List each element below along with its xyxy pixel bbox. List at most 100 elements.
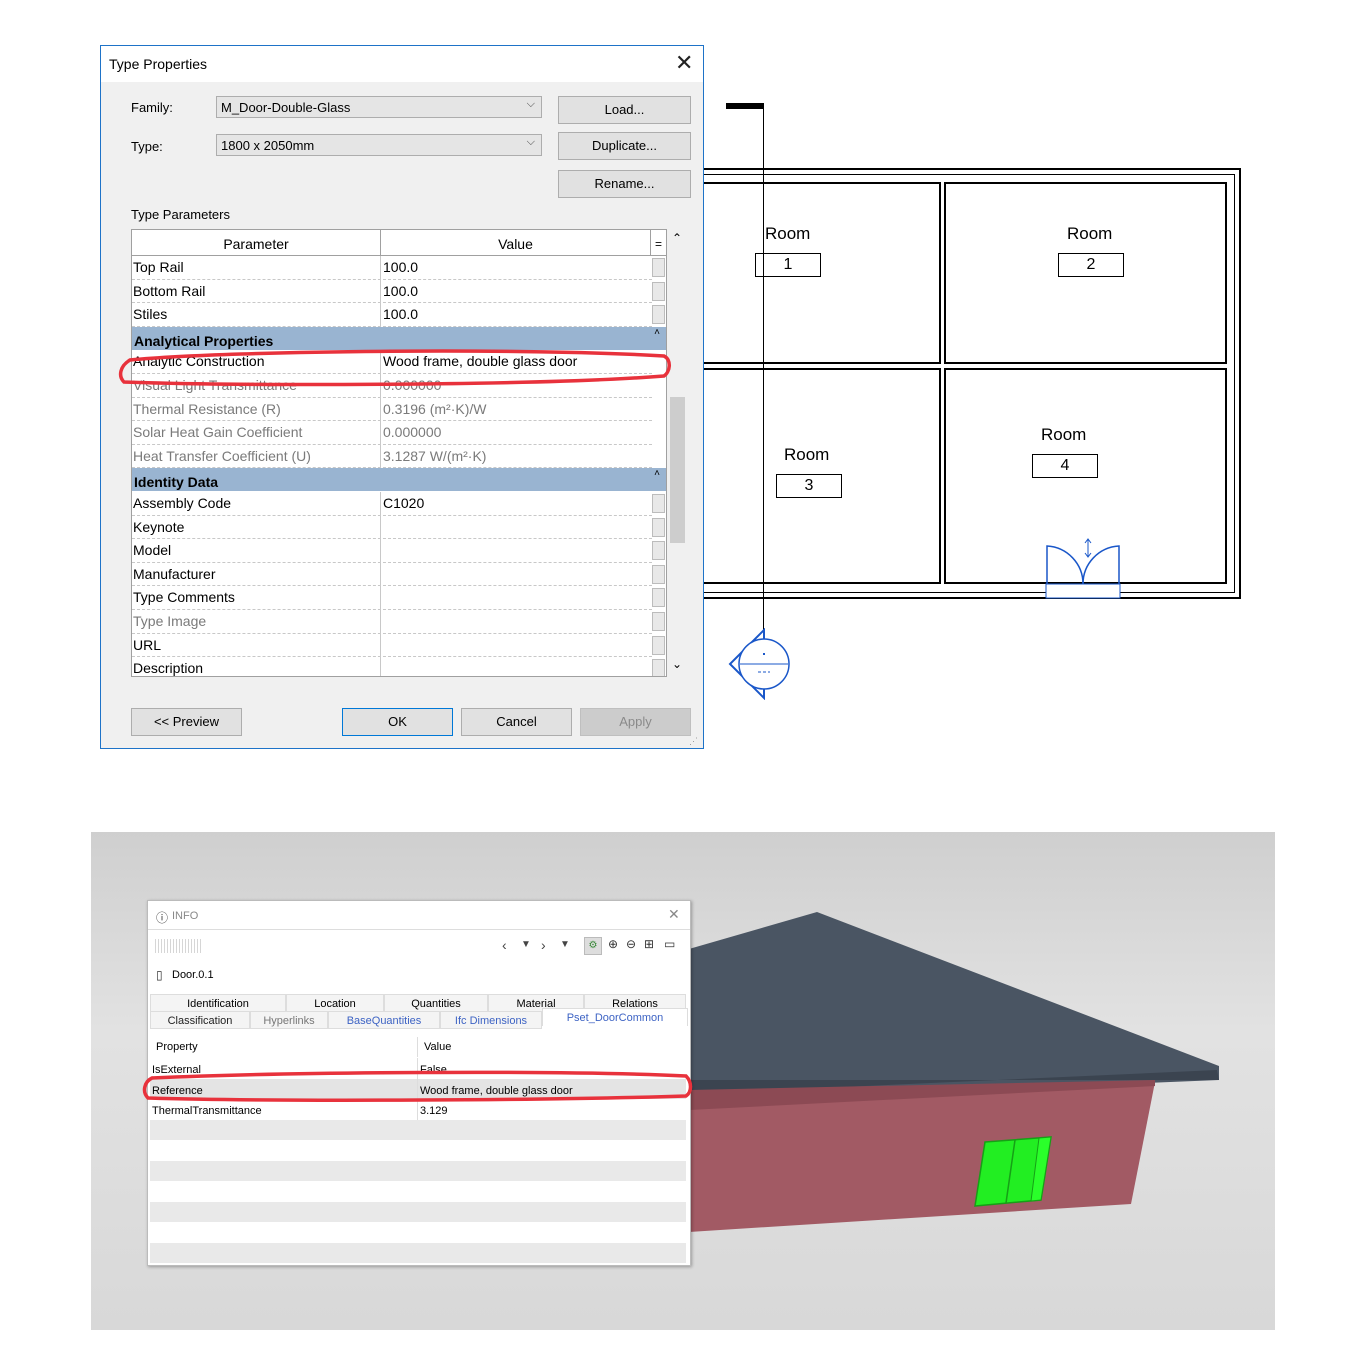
package-add-icon[interactable]: ⊕ <box>608 937 618 951</box>
param-row-keynote[interactable]: Keynote <box>132 515 665 540</box>
type-parameters-label: Type Parameters <box>131 207 230 222</box>
param-row-stiles[interactable]: Stiles 100.0 <box>132 303 665 327</box>
family-dropdown[interactable]: M_Door-Double-Glass ⌵ <box>216 96 542 118</box>
chevron-left-icon[interactable]: ‹ <box>502 937 507 953</box>
room-1-number[interactable]: 1 <box>755 253 821 277</box>
param-value[interactable]: 3.1287 W/(m²·K) <box>383 448 486 464</box>
dialog-title: Type Properties <box>109 56 208 72</box>
ok-button[interactable]: OK <box>342 708 453 736</box>
formula-button[interactable] <box>652 659 665 676</box>
param-value[interactable]: 100.0 <box>383 283 418 299</box>
param-row-url[interactable]: URL <box>132 633 665 658</box>
chevron-down-icon: ⌵ <box>526 98 535 110</box>
room-3-walls <box>704 368 941 584</box>
column-header-value[interactable]: Value <box>424 1041 451 1053</box>
door-icon: ▯ <box>156 968 163 982</box>
param-value[interactable]: 0.000000 <box>383 424 441 440</box>
close-icon[interactable]: ✕ <box>675 52 693 74</box>
caret-down-icon[interactable]: ▼ <box>560 939 570 950</box>
outer-wall <box>704 168 1241 599</box>
filter-icon[interactable]: ⚙ <box>584 937 602 955</box>
section-title: Identity Data <box>134 474 219 491</box>
scrollbar-thumb[interactable] <box>670 397 685 543</box>
family-label: Family: <box>131 100 173 115</box>
column-header-value[interactable]: Value <box>381 230 651 256</box>
param-row-solar-heat-gain-coefficient[interactable]: Solar Heat Gain Coefficient 0.000000 <box>132 421 652 445</box>
param-row-heat-transfer-coefficient-u[interactable]: Heat Transfer Coefficient (U) 3.1287 W/(m… <box>132 444 652 469</box>
param-row-thermal-resistance-r[interactable]: Thermal Resistance (R) 0.3196 (m²·K)/W <box>132 397 652 422</box>
param-name: Keynote <box>133 518 185 535</box>
param-row-model[interactable]: Model <box>132 539 665 563</box>
param-row-manufacturer[interactable]: Manufacturer <box>132 562 665 587</box>
package-icon[interactable]: ⊞ <box>644 937 654 951</box>
load-button[interactable]: Load... <box>558 96 691 124</box>
formula-button[interactable] <box>652 258 665 277</box>
room-3-number[interactable]: 3 <box>776 474 842 498</box>
tab-location[interactable]: Location <box>286 994 384 1011</box>
formula-button[interactable] <box>652 281 665 301</box>
param-row-bottom-rail[interactable]: Bottom Rail 100.0 <box>132 279 665 304</box>
room-4-number[interactable]: 4 <box>1032 454 1098 478</box>
resize-grip-icon[interactable]: ⋰ <box>689 736 698 747</box>
window-icon[interactable]: ▭ <box>664 937 675 951</box>
param-name: URL <box>133 636 162 653</box>
preview-button[interactable]: << Preview <box>131 708 242 736</box>
param-name: Top Rail <box>133 259 184 275</box>
param-row-description[interactable]: Description <box>132 657 665 676</box>
collapse-icon[interactable]: ˄ <box>654 460 660 488</box>
tab-basequantities[interactable]: BaseQuantities <box>328 1011 440 1029</box>
formula-button[interactable] <box>652 494 665 513</box>
sort-toggle[interactable]: = <box>651 230 666 256</box>
collapse-icon[interactable]: ˄ <box>654 319 660 347</box>
chevron-down-icon[interactable]: ⌄ <box>672 657 682 671</box>
param-value[interactable]: 0.3196 (m²·K)/W <box>383 401 486 417</box>
tab-bar: Identification Location Quantities Material… <box>150 994 688 1030</box>
param-row-assembly-code[interactable]: Assembly Code C1020 <box>132 492 665 516</box>
formula-button[interactable] <box>652 517 665 537</box>
formula-button[interactable] <box>652 588 665 608</box>
param-row-type-image[interactable]: Type Image <box>132 610 665 634</box>
cancel-button[interactable]: Cancel <box>461 708 572 736</box>
tab-classification[interactable]: Classification <box>150 1011 250 1029</box>
chevron-right-icon[interactable]: › <box>541 937 546 953</box>
param-row-top-rail[interactable]: Top Rail 100.0 <box>132 256 665 280</box>
formula-button[interactable] <box>652 612 665 631</box>
tab-hyperlinks[interactable]: Hyperlinks <box>250 1011 328 1029</box>
type-label: Type: <box>131 139 163 154</box>
room-1-walls <box>704 182 941 364</box>
caret-down-icon[interactable]: ▼ <box>521 939 531 950</box>
duplicate-button[interactable]: Duplicate... <box>558 132 691 160</box>
type-value: 1800 x 2050mm <box>221 138 315 153</box>
param-name: Type Comments <box>133 589 235 606</box>
tab-quantities[interactable]: Quantities <box>384 994 488 1011</box>
close-icon[interactable]: ✕ <box>668 906 680 923</box>
info-icon: ⓘ <box>156 911 169 925</box>
highlight-marker-bottom <box>142 1070 693 1102</box>
drag-handle[interactable] <box>155 939 201 953</box>
rename-button[interactable]: Rename... <box>558 170 691 198</box>
room-2-number[interactable]: 2 <box>1058 253 1124 277</box>
column-header-parameter[interactable]: Parameter <box>132 230 381 256</box>
type-properties-dialog: Type Properties ✕ Family: M_Door-Double-… <box>100 45 704 749</box>
chevron-up-icon[interactable]: ⌃ <box>672 231 682 245</box>
param-value[interactable]: 100.0 <box>383 259 418 275</box>
apply-button[interactable]: Apply <box>580 708 691 736</box>
empty-row <box>150 1222 686 1243</box>
param-value[interactable]: C1020 <box>383 495 424 511</box>
package-remove-icon[interactable]: ⊖ <box>626 937 636 951</box>
empty-row <box>150 1242 686 1263</box>
column-header-property[interactable]: Property <box>156 1041 198 1053</box>
formula-button[interactable] <box>652 564 665 584</box>
section-header-section_identity[interactable]: Identity Data ˄ <box>132 468 666 492</box>
formula-button[interactable] <box>652 541 665 561</box>
formula-button[interactable] <box>652 635 665 655</box>
tab-ifc-dimensions[interactable]: Ifc Dimensions <box>440 1011 542 1029</box>
tab-pset-doorcommon[interactable]: Pset_DoorCommon <box>542 1008 688 1026</box>
grid-scrollbar[interactable]: ⌃ ⌄ <box>668 229 688 677</box>
param-name: Type Image <box>133 613 207 629</box>
tab-identification[interactable]: Identification <box>150 994 286 1011</box>
param-value[interactable]: 100.0 <box>383 306 418 322</box>
type-dropdown[interactable]: 1800 x 2050mm ⌵ <box>216 134 542 156</box>
param-row-type-comments[interactable]: Type Comments <box>132 586 665 610</box>
param-name: Heat Transfer Coefficient (U) <box>133 447 311 464</box>
